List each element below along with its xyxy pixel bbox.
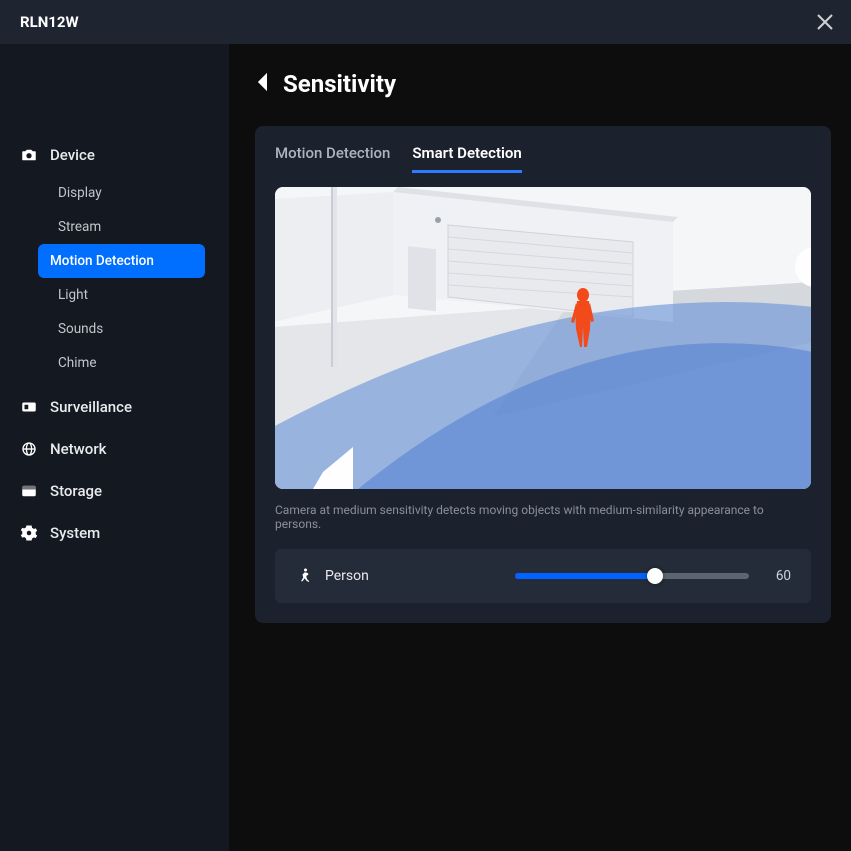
tab-smart-detection[interactable]: Smart Detection <box>412 144 521 173</box>
gear-icon <box>20 524 38 542</box>
globe-icon <box>20 440 38 458</box>
sidebar-section-device[interactable]: Device <box>0 134 229 176</box>
sidebar-section-surveillance[interactable]: Surveillance <box>0 386 229 428</box>
sidebar-section-label: Device <box>50 146 95 164</box>
settings-panel: Motion Detection Smart Detection <box>255 126 831 623</box>
page-title-row: Sensitivity <box>255 70 831 98</box>
sensitivity-caption: Camera at medium sensitivity detects mov… <box>275 503 811 531</box>
sidebar-section-label: Surveillance <box>50 398 132 416</box>
slider-thumb[interactable] <box>647 568 663 584</box>
sidebar-section-network[interactable]: Network <box>0 428 229 470</box>
person-running-icon <box>295 567 313 585</box>
close-icon[interactable] <box>815 12 835 32</box>
person-sensitivity-row: Person 60 <box>275 549 811 603</box>
camera-icon <box>20 146 38 164</box>
sidebar-section-label: System <box>50 524 100 542</box>
detection-preview <box>275 187 811 489</box>
slider-fill <box>515 573 655 579</box>
sidebar-section-label: Storage <box>50 482 102 500</box>
surveillance-icon <box>20 398 38 416</box>
tab-motion-detection[interactable]: Motion Detection <box>275 144 390 173</box>
slider-value: 60 <box>767 568 791 584</box>
sidebar-item-stream[interactable]: Stream <box>8 210 221 244</box>
main-content: Sensitivity Motion Detection Smart Detec… <box>229 44 851 851</box>
sidebar-item-motion-detection[interactable]: Motion Detection <box>38 244 205 278</box>
sidebar-section-system[interactable]: System <box>0 512 229 554</box>
header-bar: RLN12W <box>0 0 851 44</box>
sidebar-device-subnav: Display Stream Motion Detection Light So… <box>0 176 229 386</box>
device-model-title: RLN12W <box>20 13 79 31</box>
detection-tabs: Motion Detection Smart Detection <box>275 144 811 173</box>
storage-icon <box>20 482 38 500</box>
sidebar-item-display[interactable]: Display <box>8 176 221 210</box>
sidebar-item-chime[interactable]: Chime <box>8 346 221 380</box>
back-icon[interactable] <box>255 71 271 97</box>
slider-label-person: Person <box>325 568 369 584</box>
sidebar-item-light[interactable]: Light <box>8 278 221 312</box>
person-sensitivity-slider[interactable] <box>515 573 749 579</box>
sidebar-item-sounds[interactable]: Sounds <box>8 312 221 346</box>
sidebar-section-label: Network <box>50 440 106 458</box>
sidebar-section-storage[interactable]: Storage <box>0 470 229 512</box>
sidebar: Device Display Stream Motion Detection L… <box>0 44 229 851</box>
page-title: Sensitivity <box>283 70 396 98</box>
